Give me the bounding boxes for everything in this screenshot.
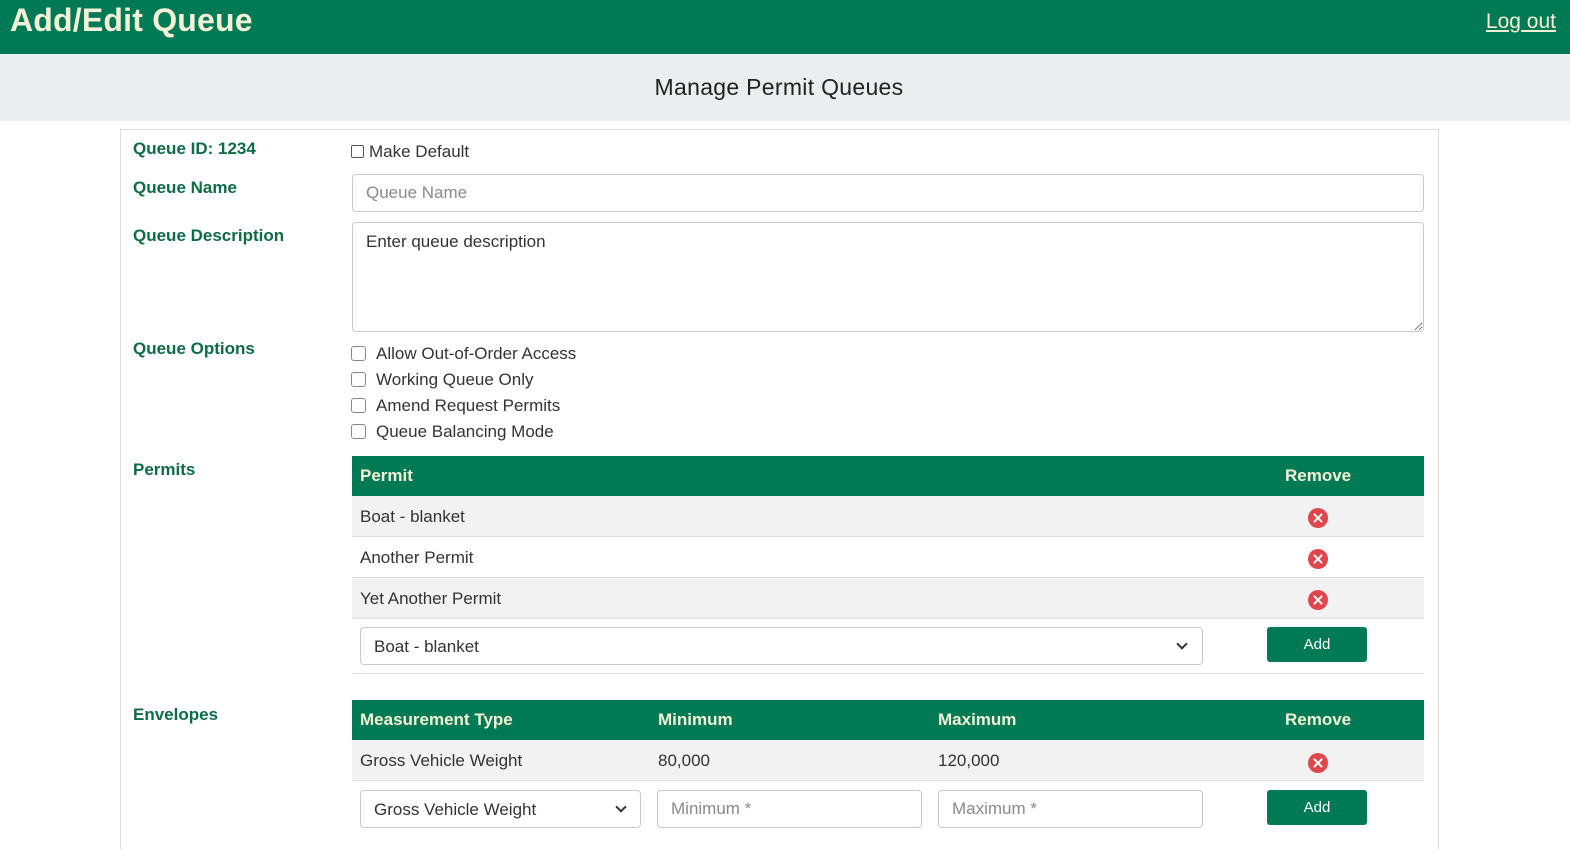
option-allow-out-of-order-checkbox[interactable] bbox=[351, 346, 366, 361]
table-row: Yet Another Permit bbox=[352, 578, 1424, 619]
permit-name: Yet Another Permit bbox=[360, 589, 502, 608]
permit-name: Another Permit bbox=[360, 548, 474, 567]
remove-icon[interactable] bbox=[1308, 508, 1328, 528]
queue-id-label: Queue ID: 1234 bbox=[133, 139, 256, 158]
option-allow-out-of-order-label: Allow Out-of-Order Access bbox=[376, 344, 577, 363]
option-working-queue-only-label: Working Queue Only bbox=[376, 370, 534, 389]
permit-select[interactable]: Boat - blanket bbox=[360, 627, 1203, 665]
permits-label: Permits bbox=[133, 460, 196, 479]
maximum-column-header: Maximum bbox=[938, 710, 1017, 729]
chevron-down-icon bbox=[1176, 638, 1188, 650]
envelopes-table-header: Measurement Type Minimum Maximum Remove bbox=[352, 700, 1424, 740]
add-permit-button[interactable]: Add bbox=[1267, 627, 1367, 662]
permit-select-value: Boat - blanket bbox=[374, 637, 479, 656]
permits-table-header: Permit Remove bbox=[352, 456, 1424, 496]
chevron-down-icon bbox=[615, 801, 627, 813]
measurement-type-select-value: Gross Vehicle Weight bbox=[374, 800, 537, 819]
remove-icon[interactable] bbox=[1308, 753, 1328, 773]
queue-name-input[interactable] bbox=[352, 174, 1424, 212]
option-amend-request-permits-label: Amend Request Permits bbox=[376, 396, 561, 415]
remove-icon[interactable] bbox=[1308, 590, 1328, 610]
queue-description-textarea[interactable]: Enter queue description bbox=[352, 222, 1424, 332]
measurement-type-cell: Gross Vehicle Weight bbox=[360, 751, 523, 770]
option-queue-balancing-mode-checkbox[interactable] bbox=[351, 424, 366, 439]
minimum-input[interactable] bbox=[657, 790, 922, 828]
table-row: Boat - blanket bbox=[352, 496, 1424, 537]
divider bbox=[352, 673, 1424, 674]
top-header-bar: Add/Edit Queue Log out bbox=[0, 0, 1570, 54]
logout-link[interactable]: Log out bbox=[1486, 10, 1556, 34]
queue-options-label: Queue Options bbox=[133, 339, 255, 358]
permit-name: Boat - blanket bbox=[360, 507, 465, 526]
maximum-input[interactable] bbox=[938, 790, 1203, 828]
queue-description-label: Queue Description bbox=[133, 226, 285, 245]
make-default-checkbox[interactable] bbox=[351, 145, 364, 158]
envelopes-label: Envelopes bbox=[133, 705, 219, 724]
permit-column-header: Permit bbox=[360, 466, 413, 485]
minimum-cell: 80,000 bbox=[658, 751, 710, 770]
maximum-cell: 120,000 bbox=[938, 751, 1000, 770]
option-amend-request-permits-checkbox[interactable] bbox=[351, 398, 366, 413]
minimum-column-header: Minimum bbox=[658, 710, 733, 729]
remove-icon[interactable] bbox=[1308, 549, 1328, 569]
measurement-type-select[interactable]: Gross Vehicle Weight bbox=[360, 790, 641, 828]
table-row: Gross Vehicle Weight 80,000 120,000 bbox=[352, 740, 1424, 781]
subheader-bar: Manage Permit Queues bbox=[0, 54, 1570, 121]
page-title: Manage Permit Queues bbox=[654, 74, 904, 100]
option-queue-balancing-mode-label: Queue Balancing Mode bbox=[376, 422, 554, 441]
make-default-label: Make Default bbox=[369, 142, 470, 161]
option-working-queue-only-checkbox[interactable] bbox=[351, 372, 366, 387]
measurement-type-column-header: Measurement Type bbox=[360, 710, 513, 729]
remove-column-header: Remove bbox=[1285, 710, 1352, 729]
queue-name-label: Queue Name bbox=[133, 178, 237, 197]
remove-column-header: Remove bbox=[1285, 466, 1352, 485]
table-row: Another Permit bbox=[352, 537, 1424, 578]
add-envelope-button[interactable]: Add bbox=[1267, 790, 1367, 825]
app-title: Add/Edit Queue bbox=[10, 2, 253, 38]
